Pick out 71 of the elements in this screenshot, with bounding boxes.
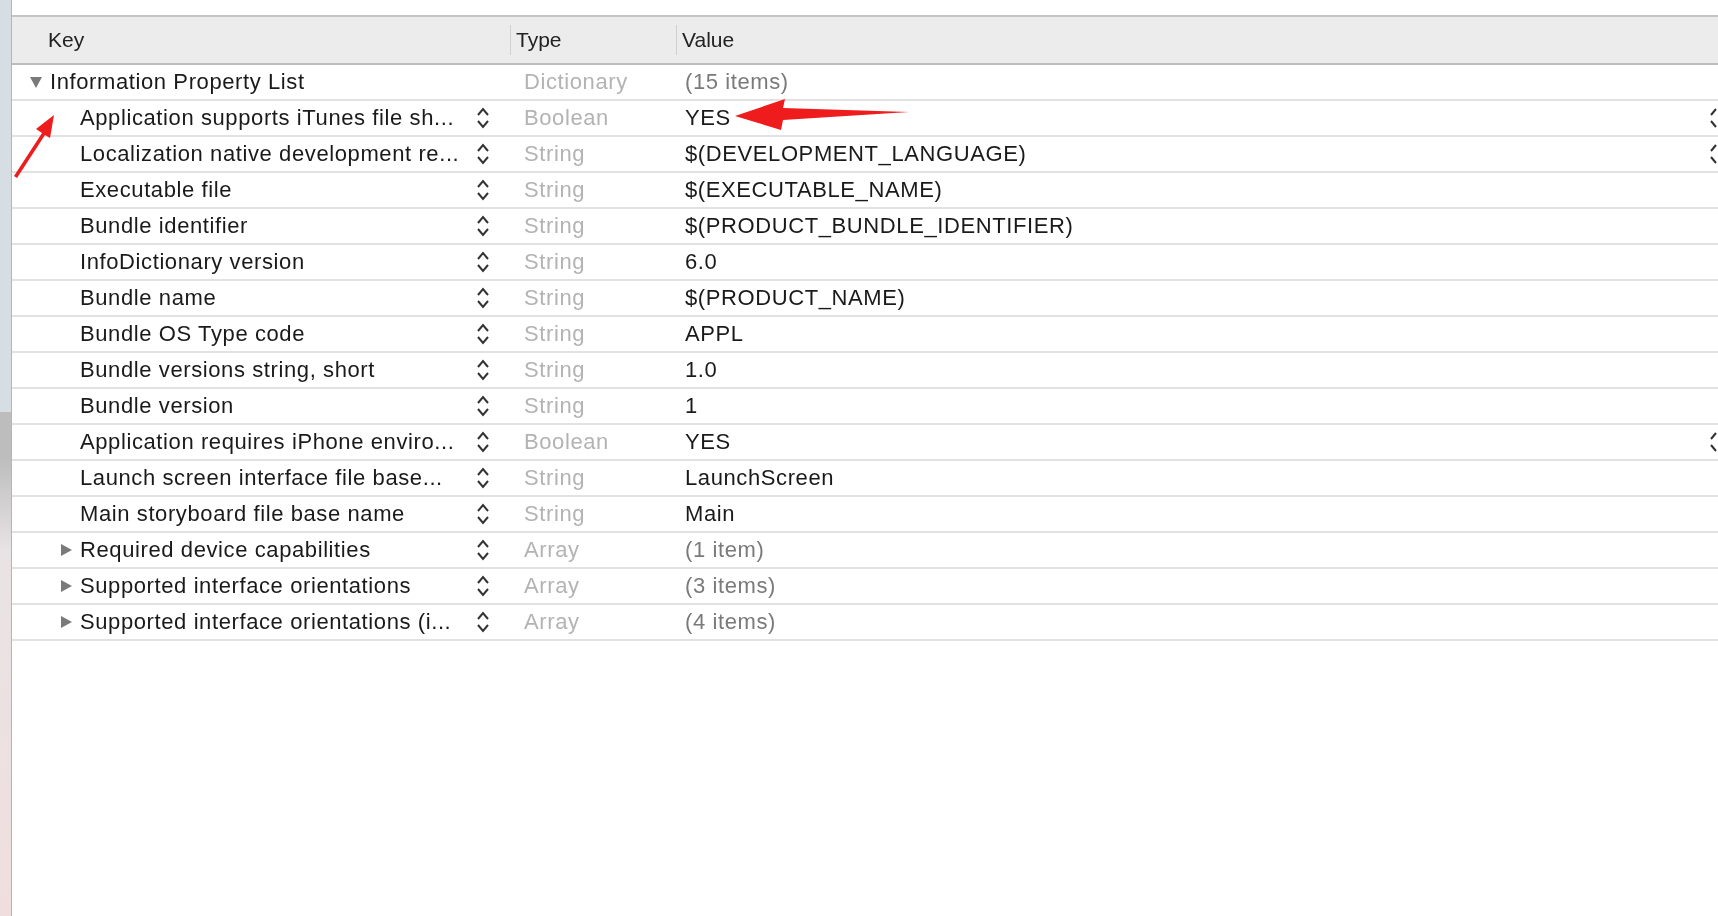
key-popup-icon[interactable] [476,321,490,347]
key-popup-icon[interactable] [476,249,490,275]
type-cell-text: String [523,213,587,239]
key-cell: Bundle OS Type code [80,321,306,347]
key-cell: Bundle versions string, short [80,357,375,383]
type-cell-text: String [523,177,587,203]
key-cell: Bundle version [80,393,234,419]
disclosure-triangle-icon[interactable] [58,578,74,594]
value-cell-text: YES [684,429,731,455]
disclosure-triangle-icon[interactable] [28,74,44,90]
type-cell-text: Dictionary [523,69,629,95]
key-popup-icon[interactable] [476,105,490,131]
key-popup-icon[interactable] [476,141,490,167]
type-cell-text: Array [523,609,581,635]
value-cell-text: (1 item) [684,537,765,563]
key-cell: Application supports iTunes file sh... [80,105,455,131]
type-cell-text: String [523,285,587,311]
value-cell-text: LaunchScreen [684,465,835,491]
key-popup-icon[interactable] [476,501,490,527]
key-cell: Information Property List [50,69,305,95]
column-header[interactable]: Type [511,25,677,55]
key-cell: Executable file [80,177,233,203]
type-cell-text: Array [523,573,581,599]
value-cell-text: (4 items) [684,609,776,635]
value-cell-text: Main [684,501,736,527]
key-popup-icon[interactable] [476,357,490,383]
type-cell-text: String [523,465,587,491]
type-cell-text: String [523,501,587,527]
value-cell-text: APPL [684,321,744,347]
key-cell: Localization native development re... [80,141,460,167]
key-popup-icon[interactable] [476,465,490,491]
column-header[interactable]: Key [12,25,511,55]
key-popup-icon[interactable] [476,177,490,203]
key-cell: InfoDictionary version [80,249,305,275]
value-cell-text: $(DEVELOPMENT_LANGUAGE) [684,141,1027,167]
key-popup-icon[interactable] [476,537,490,563]
key-popup-icon[interactable] [476,573,490,599]
value-cell-text: $(PRODUCT_NAME) [684,285,906,311]
key-cell: Main storyboard file base name [80,501,405,527]
value-cell-text: YES [684,105,731,131]
value-cell-text: $(PRODUCT_BUNDLE_IDENTIFIER) [684,213,1074,239]
type-cell-text: String [523,249,587,275]
key-cell: Supported interface orientations (i... [80,609,452,635]
key-cell: Application requires iPhone enviro... [80,429,455,455]
disclosure-triangle-icon[interactable] [58,542,74,558]
value-cell-text: (15 items) [684,69,789,95]
column-header[interactable]: Value [677,25,735,55]
disclosure-triangle-icon[interactable] [58,614,74,630]
key-cell: Bundle name [80,285,217,311]
value-cell-text: 1.0 [684,357,718,383]
type-cell-text: String [523,357,587,383]
key-popup-icon[interactable] [476,609,490,635]
key-popup-icon[interactable] [476,213,490,239]
value-cell-text: (3 items) [684,573,776,599]
annotation-arrow [12,113,56,179]
key-cell: Required device capabilities [80,537,371,563]
key-popup-icon[interactable] [476,429,490,455]
value-cell-text: 6.0 [684,249,718,275]
key-popup-icon[interactable] [476,393,490,419]
type-cell-text: String [523,321,587,347]
type-cell-text: String [523,141,587,167]
type-cell-text: Array [523,537,581,563]
key-cell: Launch screen interface file base... [80,465,443,491]
key-cell: Supported interface orientations [80,573,412,599]
key-popup-icon[interactable] [476,285,490,311]
type-cell-text: Boolean [523,105,610,131]
type-cell-text: String [523,393,587,419]
value-cell-text: $(EXECUTABLE_NAME) [684,177,943,203]
type-cell-text: Boolean [523,429,610,455]
value-cell-text: 1 [684,393,698,419]
key-cell: Bundle identifier [80,213,248,239]
